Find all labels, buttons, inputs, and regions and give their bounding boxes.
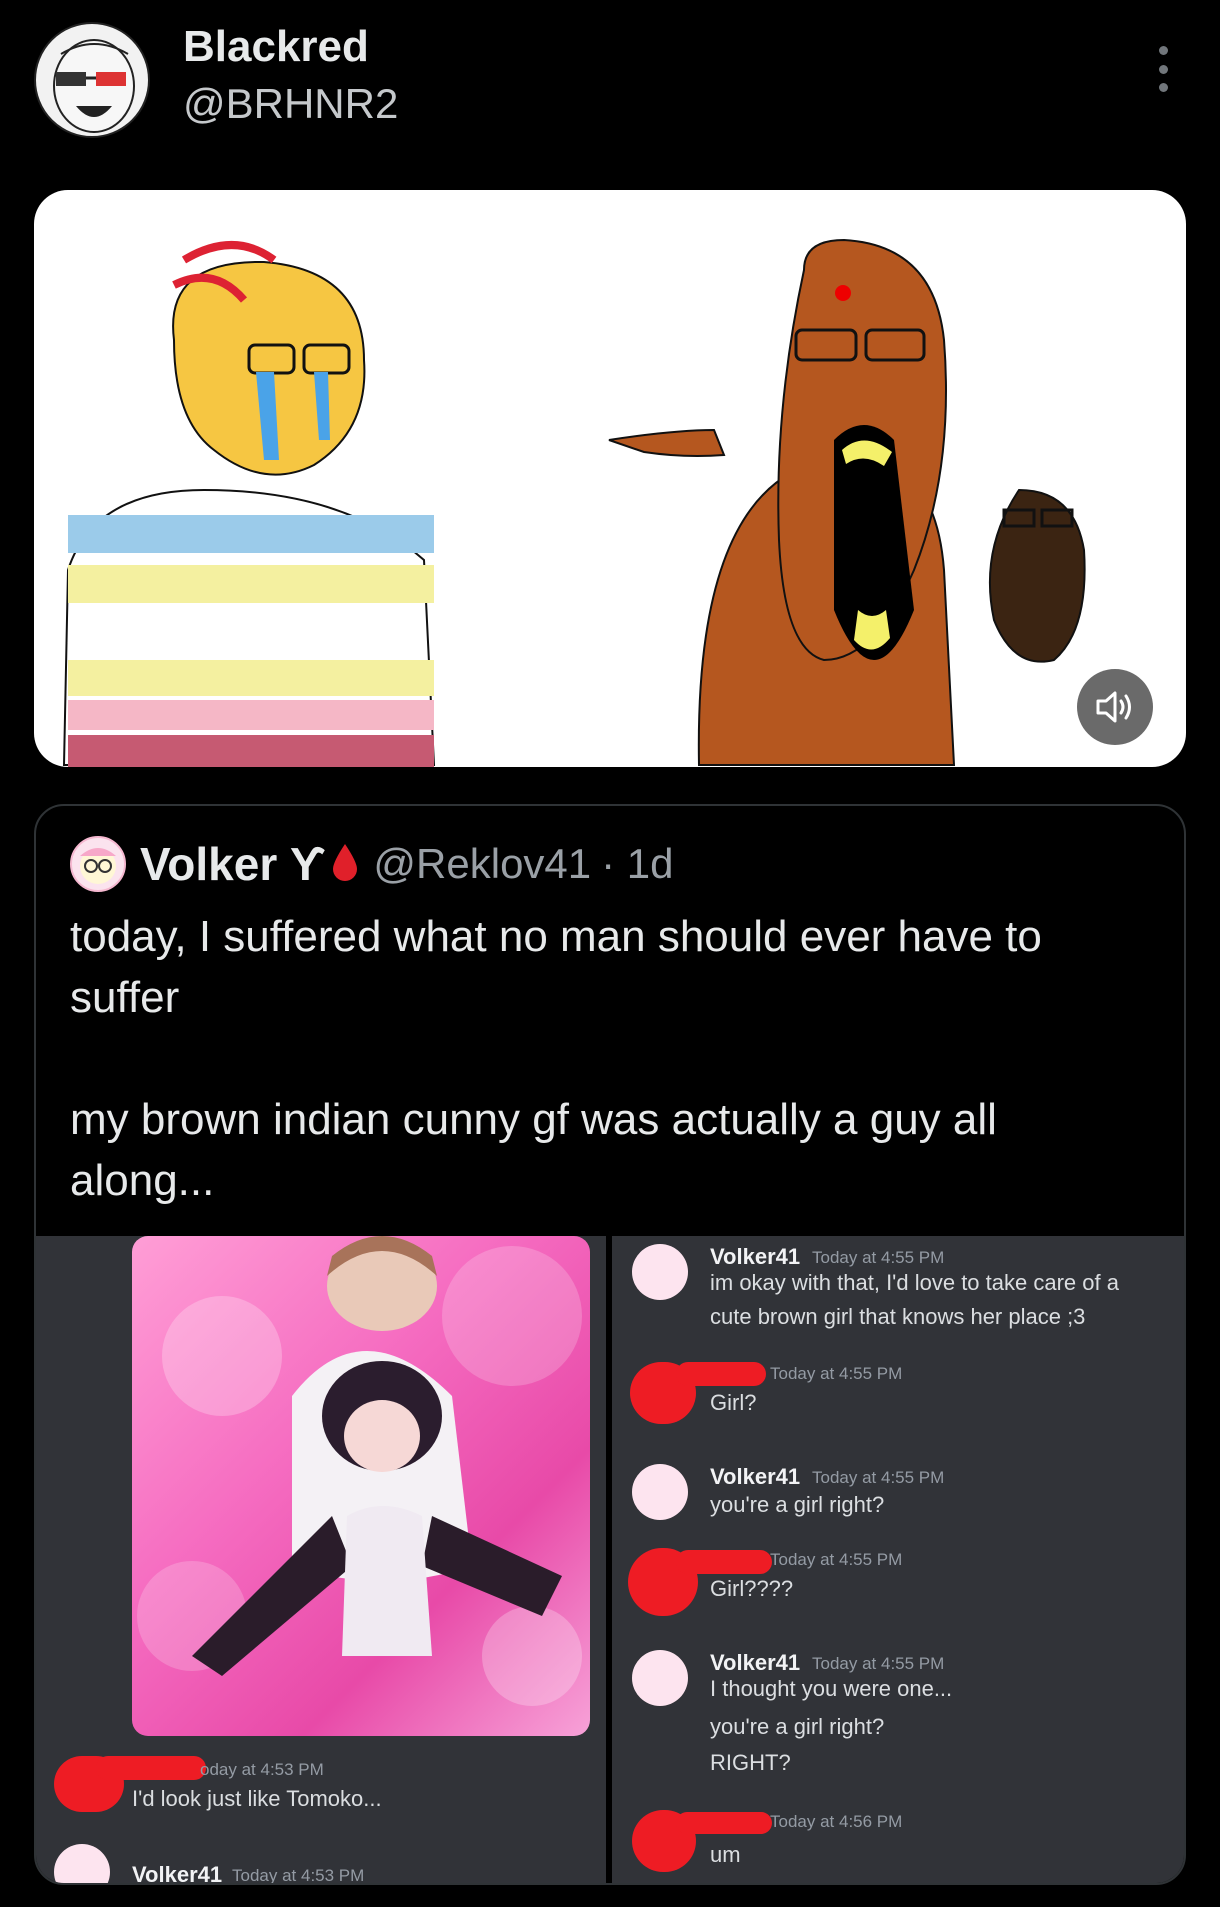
message-timestamp: Today at 4:55 PM — [812, 1468, 945, 1487]
message-text: I'd look just like Tomoko... — [132, 1786, 382, 1811]
volker-avatar — [632, 1464, 688, 1520]
message-text: um — [710, 1842, 741, 1867]
quoted-tweet-header: Volker ϒ @Reklov41 · 1d — [70, 836, 674, 892]
message-timestamp: Today at 4:55 PM — [812, 1654, 945, 1673]
blood-drop-icon — [331, 842, 359, 887]
message-timestamp: Today at 4:53 PM — [232, 1866, 365, 1885]
quoted-display-name[interactable]: Volker ϒ — [140, 837, 325, 891]
quoted-tweet[interactable]: Volker ϒ @Reklov41 · 1d today, I suffere… — [34, 804, 1186, 1885]
message-text: Girl???? — [710, 1576, 794, 1601]
anime-image — [132, 1236, 590, 1736]
redacted-username — [676, 1362, 766, 1386]
message-timestamp: Today at 4:55 PM — [770, 1364, 903, 1383]
message-timestamp: Today at 4:56 PM — [770, 1812, 903, 1831]
image-divider — [606, 1236, 612, 1883]
message-text: Girl? — [710, 1390, 757, 1415]
more-options-icon[interactable] — [1150, 46, 1176, 92]
quoted-media-image[interactable]: oday at 4:53 PM I'd look just like Tomok… — [36, 1236, 1184, 1885]
message-text: you're a girl right? — [710, 1714, 885, 1739]
author-handle[interactable]: @BRHNR2 — [183, 80, 398, 128]
message-timestamp: Today at 4:55 PM — [770, 1550, 903, 1569]
message-text: I thought you were one... — [710, 1676, 953, 1701]
speaker-icon — [1096, 691, 1131, 723]
message-timestamp: Today at 4:55 PM — [812, 1248, 945, 1267]
redacted-username — [676, 1812, 772, 1834]
quoted-age: · 1d — [601, 840, 674, 887]
redacted-username — [96, 1756, 206, 1780]
redacted-username — [676, 1550, 772, 1574]
message-author: Volker41 — [710, 1464, 801, 1489]
tweet-media-video[interactable] — [34, 190, 1186, 767]
message-author: Volker41 — [132, 1862, 223, 1885]
tweet-header: Blackred @BRHNR2 — [0, 0, 1220, 170]
wojak-illustration — [62, 238, 1086, 767]
quoted-handle[interactable]: @Reklov41 — [373, 840, 591, 888]
unmute-button[interactable] — [1077, 669, 1153, 745]
dot — [1158, 64, 1168, 74]
message-text: im okay with that, I'd love to take care… — [710, 1270, 1119, 1295]
message-timestamp: oday at 4:53 PM — [200, 1760, 324, 1779]
volker-avatar — [54, 1844, 110, 1883]
crying-wojak-figure — [62, 241, 436, 767]
laughing-soyjak-figure — [608, 238, 1086, 766]
author-avatar[interactable] — [34, 22, 150, 138]
dot — [1158, 46, 1168, 55]
author-display-name[interactable]: Blackred — [183, 22, 369, 72]
volker-avatar — [632, 1650, 688, 1706]
quoted-author-avatar[interactable] — [70, 836, 126, 892]
message-text: RIGHT? — [710, 1750, 791, 1775]
quoted-tweet-text: today, I suffered what no man should eve… — [70, 912, 1042, 1205]
message-text: cute brown girl that knows her place ;3 — [710, 1304, 1086, 1329]
volker-avatar — [632, 1244, 688, 1300]
message-text: you're a girl right? — [710, 1492, 885, 1517]
dot — [1158, 83, 1168, 92]
